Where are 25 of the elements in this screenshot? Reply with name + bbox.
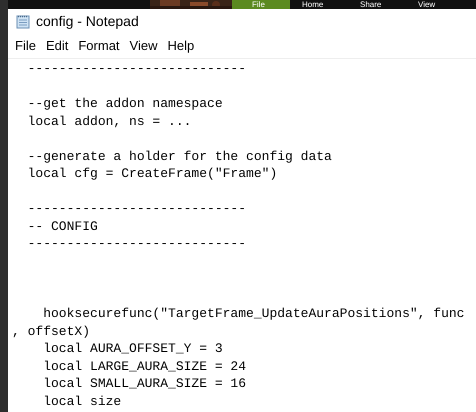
code-line: , offsetX) — [12, 324, 90, 338]
code-line: ---------------------------- — [26, 61, 246, 76]
ribbon-tab[interactable]: View — [406, 0, 464, 9]
code-line: -- CONFIG — [26, 218, 98, 234]
notepad-icon — [16, 14, 30, 28]
code-line: local LARGE_AURA_SIZE = 24 — [42, 358, 246, 374]
code-line: --get the addon namespace — [26, 96, 223, 111]
menu-item[interactable]: View — [126, 36, 160, 56]
menu-item[interactable]: File — [12, 36, 39, 56]
code-line: ---------------------------- — [26, 201, 246, 216]
window-title: config - Notepad — [36, 12, 139, 31]
code-line: local AURA_OFFSET_Y = 3 — [42, 341, 223, 356]
ribbon-tab[interactable]: Share — [348, 0, 406, 9]
menu-item[interactable]: Edit — [42, 36, 72, 56]
code-line: hooksecurefunc("TargetFrame_UpdateAuraPositions", func — [42, 306, 464, 321]
ribbon-tab[interactable]: Home — [290, 0, 348, 9]
code-line: local addon, ns = ... — [26, 114, 192, 128]
menu-item[interactable]: Help — [164, 36, 198, 56]
code-line: local size — [42, 394, 122, 408]
code-line: --generate a holder for the config data — [26, 148, 332, 164]
menu-item[interactable]: Format — [75, 36, 123, 56]
ribbon-tab[interactable]: File — [232, 0, 290, 9]
code-line: ---------------------------- — [26, 236, 246, 251]
code-line: local cfg = CreateFrame("Frame") — [26, 166, 278, 181]
code-line: local SMALL_AURA_SIZE = 16 — [42, 376, 246, 391]
